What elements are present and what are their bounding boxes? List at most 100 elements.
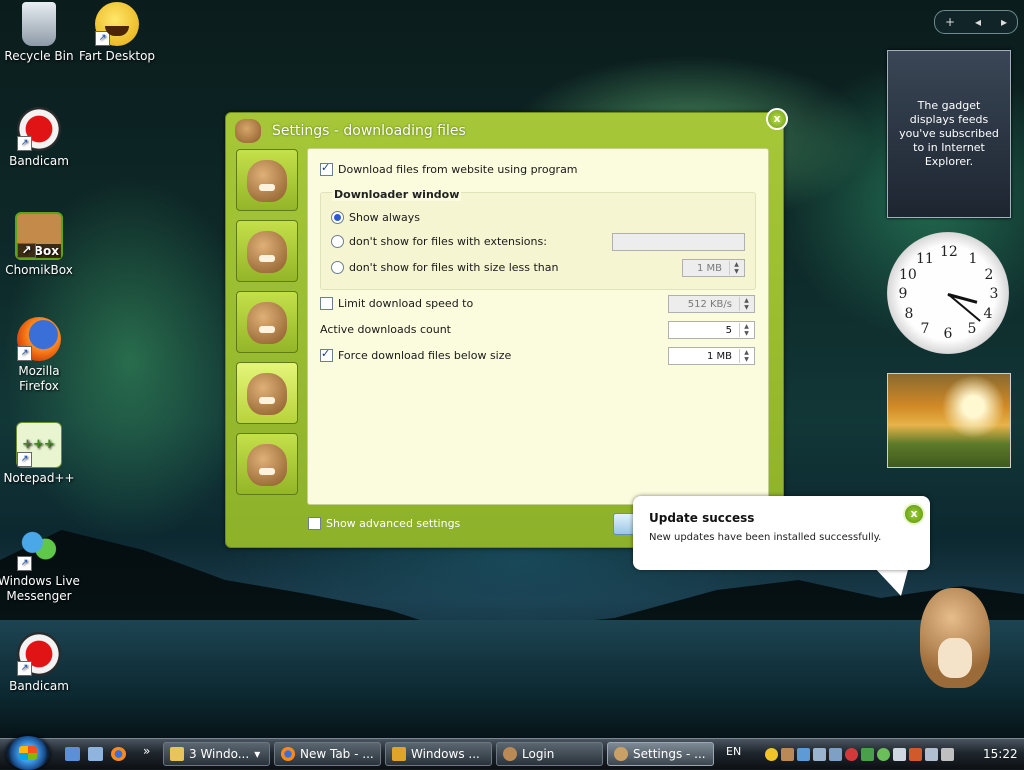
clock-number: 1 [968, 251, 978, 267]
taskbar-button-media[interactable]: Windows ... [385, 742, 492, 766]
desktop-icon-label-line1: Mozilla [18, 364, 60, 378]
desktop-icon-firefox[interactable]: ↗ Mozilla Firefox [0, 317, 84, 394]
folder-icon [170, 747, 184, 761]
recording-tray-icon[interactable] [909, 747, 922, 761]
speed-limit-spinner[interactable]: ▲ ▼ [739, 297, 753, 311]
desktop-icon-label: Bandicam [9, 154, 69, 168]
settings-tab-list [236, 149, 298, 504]
radio-show-always[interactable] [331, 211, 344, 224]
tab-appearance[interactable] [236, 220, 298, 282]
active-downloads-spinner[interactable]: ▲ ▼ [739, 323, 753, 337]
beaver-headset-icon [247, 373, 287, 415]
close-window-button[interactable]: x [766, 108, 788, 130]
download-via-program-checkbox[interactable] [320, 161, 333, 176]
taskbar-button-settings[interactable]: Settings - ... [607, 742, 714, 766]
smiley-tray-icon[interactable] [765, 747, 778, 761]
chomik-tray-icon[interactable] [781, 747, 794, 761]
hamster-mascot-icon[interactable] [920, 588, 990, 688]
add-gadget-button[interactable]: + [945, 15, 955, 29]
chomik-icon [503, 747, 517, 761]
close-notification-button[interactable]: x [903, 503, 925, 525]
desktop-icon-notepad-plus-plus[interactable]: ↗ Notepad++ [0, 422, 84, 486]
bandicam-icon: ↗ [17, 107, 61, 151]
messenger-tray-icon[interactable] [877, 747, 890, 761]
shortcut-arrow-icon: ↗ [17, 243, 36, 258]
taskbar: » 3 Windo... ▾ New Tab - ... Windows ...… [0, 736, 1024, 770]
feed-headlines-gadget[interactable]: The gadget displays feeds you've subscri… [887, 50, 1011, 218]
extensions-field[interactable] [612, 233, 745, 251]
firefox-icon[interactable] [111, 747, 126, 761]
device-tray-icon[interactable] [813, 747, 826, 761]
notepad-plus-plus-icon: ↗ [16, 422, 62, 468]
taskbar-button-login[interactable]: Login [496, 742, 603, 766]
desktop-icon-messenger[interactable]: ↗ Windows Live Messenger [0, 527, 84, 604]
radio-size[interactable] [331, 261, 344, 274]
taskbar-button-label: 3 Windo... [189, 747, 250, 761]
tab-notifications[interactable] [236, 291, 298, 353]
settings-panel: Download files from website using progra… [307, 148, 769, 505]
clock-number: 12 [940, 244, 958, 260]
monitor-tray-icon[interactable] [829, 747, 842, 761]
min-size-spinner[interactable]: ▲ ▼ [729, 261, 743, 275]
next-page-button[interactable]: ▸ [1001, 15, 1007, 29]
desktop-icon-bandicam-2[interactable]: ↗ Bandicam [0, 632, 84, 694]
show-desktop-icon[interactable] [65, 747, 80, 761]
update-notification: Update success New updates have been ins… [633, 496, 930, 570]
advanced-settings-checkbox[interactable] [308, 517, 321, 530]
limit-speed-checkbox[interactable] [320, 297, 333, 310]
beaver-download-icon [247, 444, 287, 486]
firefox-icon: ↗ [17, 317, 61, 361]
network-connection-tray-icon[interactable] [925, 747, 938, 761]
language-indicator[interactable]: EN [726, 745, 741, 758]
force-download-checkbox[interactable] [320, 347, 333, 362]
clock-number: 10 [899, 267, 917, 283]
clock-number: 4 [983, 306, 993, 322]
tab-connection[interactable] [236, 362, 298, 424]
tab-downloading[interactable] [236, 433, 298, 495]
volume-tray-icon[interactable] [941, 747, 954, 761]
wallpaper-lake [0, 620, 1024, 738]
clock-number: 5 [967, 321, 977, 337]
clock-gadget[interactable]: 12 1 2 3 4 5 6 7 8 9 10 11 [887, 232, 1009, 354]
force-size-spinner[interactable]: ▲ ▼ [739, 349, 753, 363]
start-button[interactable] [6, 736, 50, 770]
network-tray-icon[interactable] [797, 747, 810, 761]
display-tray-icon[interactable] [893, 747, 906, 761]
radio-extensions[interactable] [331, 235, 344, 248]
notification-message: New updates have been installed successf… [649, 532, 882, 543]
radio-show-always-label: Show always [349, 211, 420, 224]
shortcut-arrow-icon: ↗ [17, 556, 32, 571]
chomik-logo-icon [235, 119, 261, 143]
speed-limit-field[interactable]: 512 KB/s ▲ ▼ [668, 295, 755, 313]
slideshow-gadget-photo[interactable] [887, 373, 1011, 468]
desktop-icon-fart-desktop[interactable]: ↗ Fart Desktop [72, 2, 162, 64]
desktop-icon-bandicam[interactable]: ↗ Bandicam [0, 107, 84, 169]
taskbar-button-label: New Tab - ... [300, 747, 374, 761]
min-size-field[interactable]: 1 MB ▲ ▼ [682, 259, 745, 277]
chomikbox-badge: Box [31, 244, 61, 258]
taskbar-clock[interactable]: 15:22 [983, 747, 1018, 761]
switch-windows-icon[interactable] [88, 747, 103, 761]
shortcut-arrow-icon: ↗ [17, 661, 32, 676]
desktop-icon-label: Bandicam [9, 679, 69, 693]
security-alert-tray-icon[interactable] [845, 747, 858, 761]
active-downloads-field[interactable]: 5 ▲ ▼ [668, 321, 755, 339]
taskbar-button-firefox[interactable]: New Tab - ... [274, 742, 381, 766]
advanced-settings-row: Show advanced settings [308, 517, 460, 530]
taskbar-button-folders[interactable]: 3 Windo... ▾ [163, 742, 270, 766]
tab-general[interactable] [236, 149, 298, 211]
active-downloads-value: 5 [725, 325, 732, 336]
previous-page-button[interactable]: ◂ [975, 15, 981, 29]
quick-launch-overflow[interactable]: » [143, 744, 150, 758]
desktop-icon-chomikbox[interactable]: Box ↗ ChomikBox [0, 212, 84, 278]
taskbar-button-label: Login [522, 747, 555, 761]
notification-tail [873, 566, 923, 596]
chevron-down-icon: ▾ [254, 747, 261, 761]
checkmark-tray-icon[interactable] [861, 747, 874, 761]
force-size-field[interactable]: 1 MB ▲ ▼ [668, 347, 755, 365]
beaver-icon [247, 160, 287, 202]
recycle-bin-icon [22, 2, 56, 46]
force-size-value: 1 MB [706, 351, 732, 362]
force-download-row: Force download files below size [320, 347, 511, 362]
radio-size-row: don't show for files with size less than [331, 261, 558, 274]
